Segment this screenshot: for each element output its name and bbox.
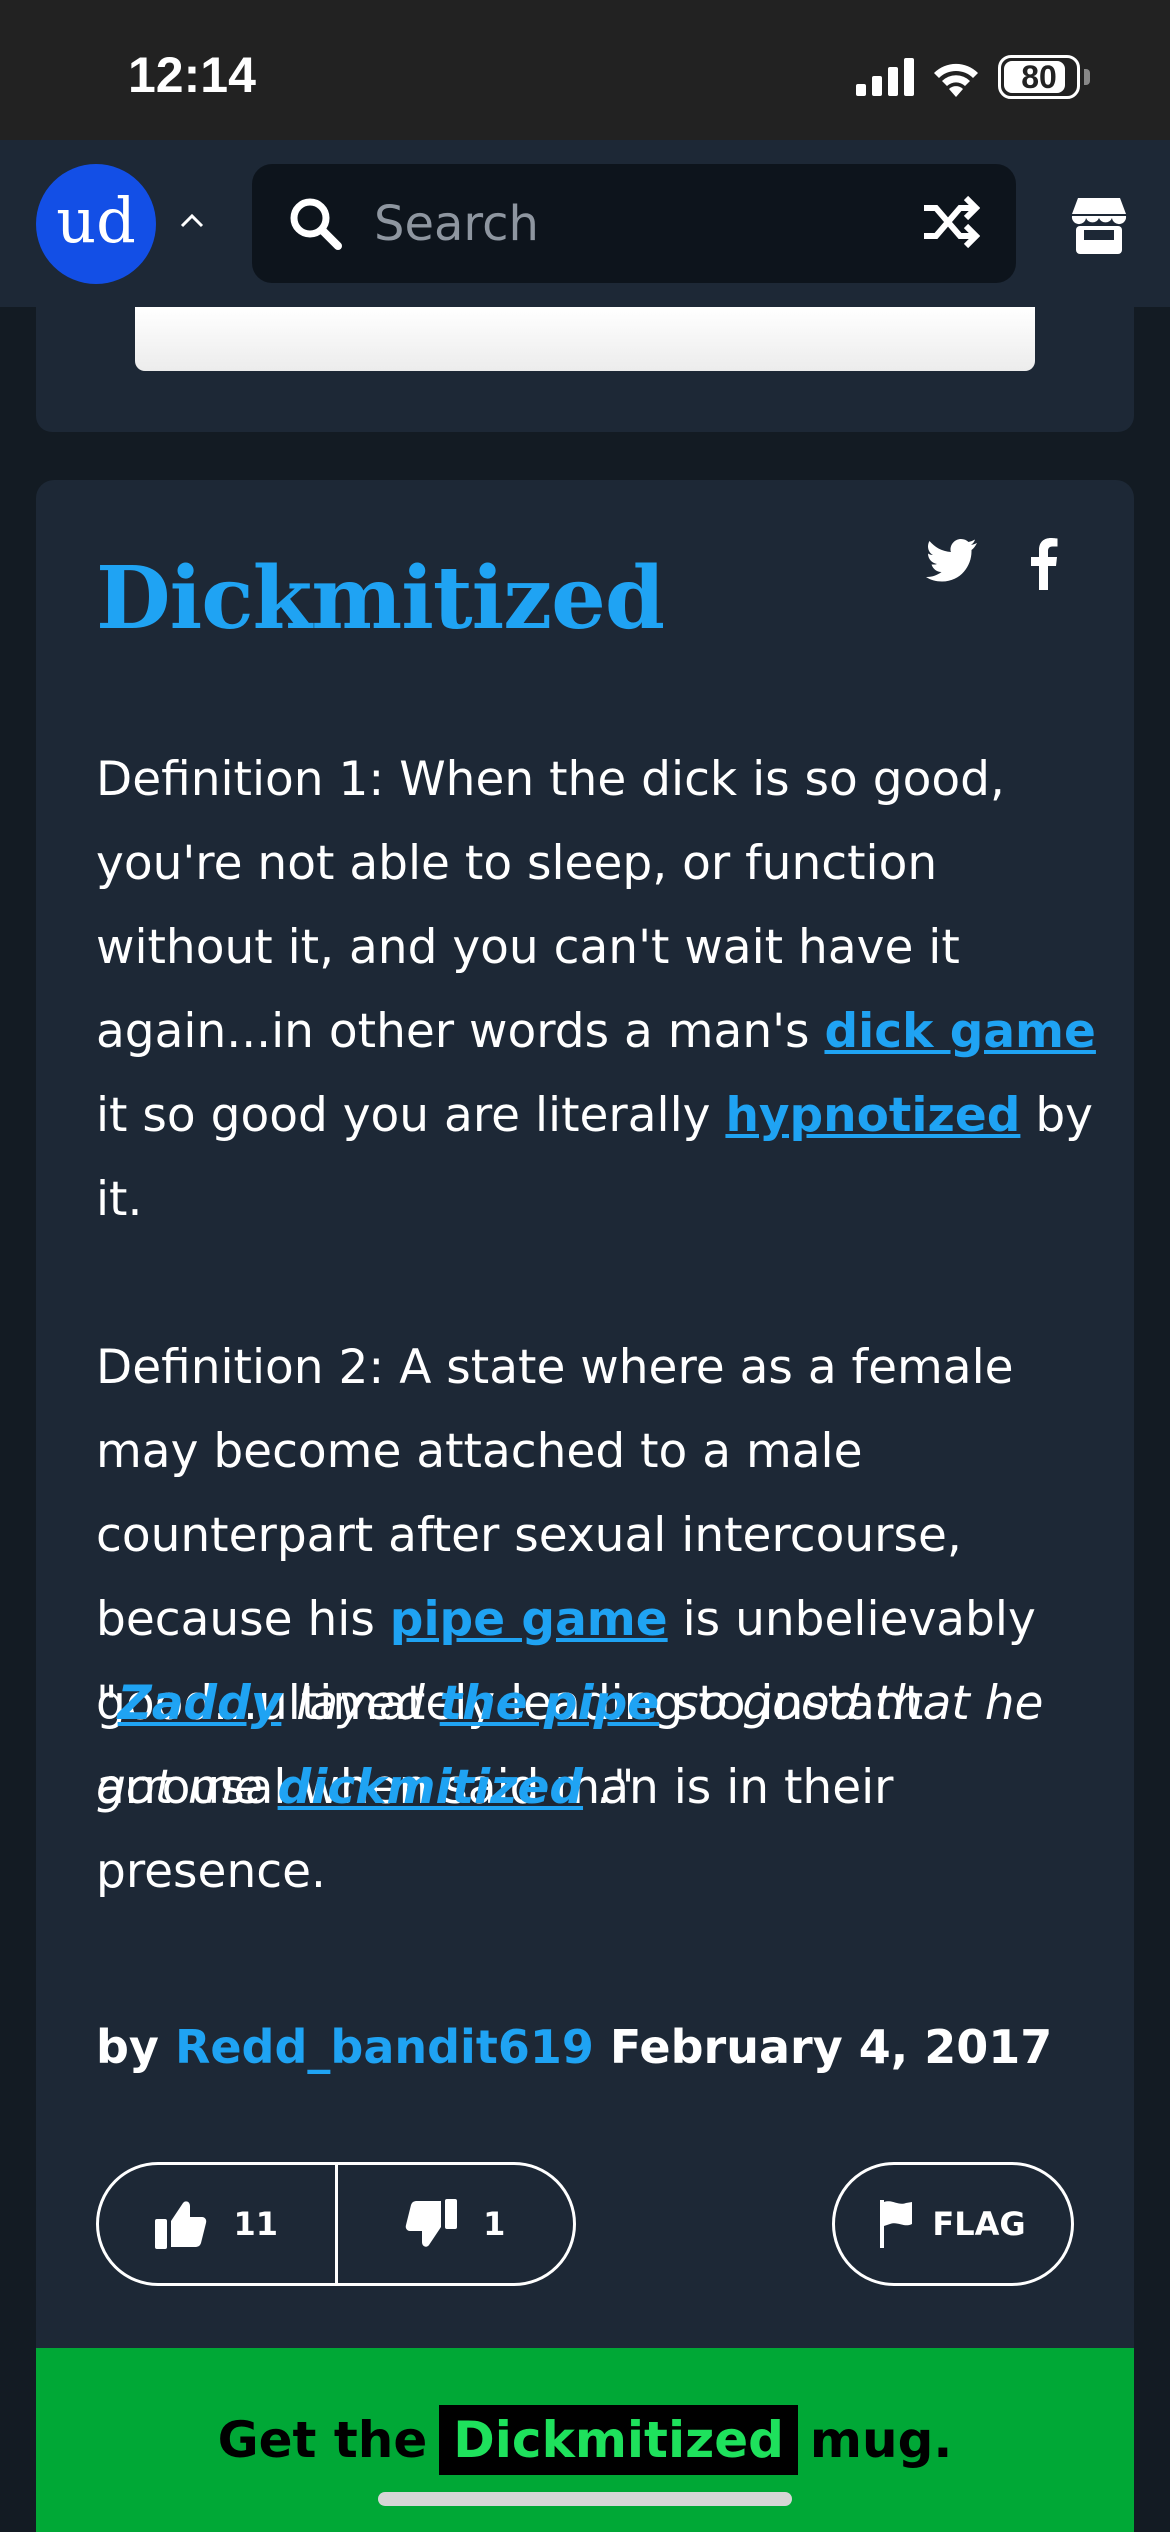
mug-word: Dickmitized — [439, 2405, 798, 2475]
upvote-button[interactable]: 11 — [99, 2165, 335, 2283]
wifi-icon — [934, 63, 978, 97]
downvote-button[interactable]: 1 — [338, 2165, 574, 2283]
by-label: by — [96, 2020, 159, 2074]
facebook-icon[interactable] — [1030, 538, 1058, 590]
downvote-count: 1 — [483, 2205, 506, 2243]
mug-suffix: mug. — [809, 2411, 953, 2469]
link-dick-game[interactable]: dick game — [824, 1004, 1095, 1059]
twitter-icon[interactable] — [926, 538, 978, 582]
status-bar: 12:14 80 — [0, 0, 1170, 140]
link-pipe-game[interactable]: pipe game — [390, 1592, 668, 1647]
chevron-up-icon[interactable] — [180, 212, 204, 228]
search-bar[interactable] — [252, 164, 1016, 283]
link-dickmitized[interactable]: dickmitized — [278, 1760, 583, 1815]
status-time: 12:14 — [128, 47, 256, 103]
signal-icon — [856, 58, 914, 96]
definition-card: Dickmitized Definition 1: When the dick … — [36, 480, 1134, 2532]
battery-level: 80 — [1021, 58, 1057, 95]
link-hypnotized[interactable]: hypnotized — [725, 1088, 1020, 1143]
thumbs-down-icon — [405, 2199, 458, 2247]
search-icon — [290, 198, 342, 250]
shuffle-icon[interactable] — [920, 194, 980, 250]
link-zaddy[interactable]: Zaddy — [118, 1676, 282, 1731]
vote-buttons: 11 1 — [96, 2162, 576, 2286]
nav-bar: ud — [0, 140, 1170, 307]
word-title[interactable]: Dickmitized — [96, 548, 665, 649]
flag-icon — [880, 2200, 913, 2248]
status-icons: 80 — [856, 52, 1090, 102]
logo-text: ud — [56, 183, 136, 257]
store-icon[interactable] — [1068, 196, 1130, 254]
flag-button[interactable]: FLAG — [832, 2162, 1074, 2286]
thumbs-up-icon — [155, 2201, 207, 2249]
link-the-pipe[interactable]: the pipe — [440, 1676, 659, 1731]
mug-prefix: Get the — [217, 2411, 428, 2469]
byline: by Redd_bandit619 February 4, 2017 — [96, 2020, 1052, 2074]
author-link[interactable]: Redd_bandit619 — [175, 2020, 594, 2074]
upvote-count: 11 — [233, 2205, 279, 2243]
entry-date: February 4, 2017 — [609, 2020, 1053, 2074]
ad-box — [135, 307, 1035, 371]
definition-1: Definition 1: When the dick is so good, … — [96, 752, 1096, 1227]
search-input[interactable] — [374, 195, 894, 252]
home-indicator[interactable] — [378, 2492, 792, 2506]
urban-dictionary-logo[interactable]: ud — [36, 164, 156, 284]
example-text: "Zaddy layed the pipe so good that he go… — [96, 1676, 1044, 1815]
previous-card — [36, 307, 1134, 432]
flag-label: FLAG — [932, 2205, 1026, 2243]
battery-icon: 80 — [998, 55, 1080, 99]
